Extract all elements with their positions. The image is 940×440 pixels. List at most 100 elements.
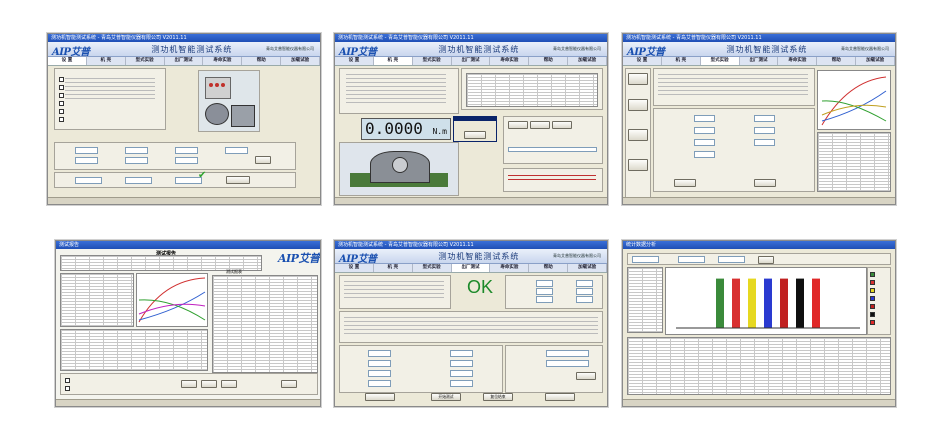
- tab-factory-test[interactable]: 出厂测试: [740, 57, 779, 65]
- limit-field[interactable]: [536, 280, 553, 287]
- param-field[interactable]: [125, 147, 148, 154]
- tab-settings[interactable]: 设 置: [48, 57, 87, 65]
- option-checkbox[interactable]: [65, 378, 70, 383]
- limit-field[interactable]: [536, 288, 553, 295]
- param-field[interactable]: [754, 127, 775, 134]
- option-checkbox[interactable]: [59, 85, 64, 90]
- limit-field[interactable]: [576, 280, 593, 287]
- tab-factory-test[interactable]: 出厂测试: [165, 57, 204, 65]
- param-field[interactable]: [694, 127, 715, 134]
- limit-field[interactable]: [536, 296, 553, 303]
- report-button[interactable]: [181, 380, 197, 388]
- tab-load-test[interactable]: 加载试验: [568, 264, 607, 272]
- side-menu-button[interactable]: [628, 129, 648, 141]
- port-select[interactable]: [75, 177, 102, 184]
- tab-life-test[interactable]: 寿命实验: [490, 264, 530, 272]
- port-select[interactable]: [125, 177, 152, 184]
- tab-housing[interactable]: 机 壳: [87, 57, 126, 65]
- filter-field[interactable]: [718, 256, 745, 263]
- tab-factory-test[interactable]: 出厂测试: [452, 57, 491, 65]
- reset-button[interactable]: 复位结束: [483, 393, 513, 401]
- tab-housing[interactable]: 机 壳: [373, 57, 413, 65]
- setting-field[interactable]: [450, 370, 473, 377]
- filter-field[interactable]: [632, 256, 659, 263]
- setting-field[interactable]: [450, 350, 473, 357]
- tab-life-test[interactable]: 寿命实验: [778, 57, 818, 65]
- option-checkbox[interactable]: [65, 386, 70, 391]
- legend-check[interactable]: [870, 312, 875, 317]
- side-menu-button[interactable]: [628, 99, 648, 111]
- param-field[interactable]: [125, 157, 148, 164]
- control-button[interactable]: [508, 121, 528, 129]
- param-field[interactable]: [175, 147, 198, 154]
- tab-settings[interactable]: 设 置: [623, 57, 662, 65]
- param-field[interactable]: [175, 157, 198, 164]
- param-field[interactable]: [225, 147, 248, 154]
- param-field[interactable]: [75, 147, 98, 154]
- param-field[interactable]: [754, 139, 775, 146]
- tab-help[interactable]: 帮助: [529, 264, 569, 272]
- tab-type-test[interactable]: 型式实验: [413, 57, 452, 65]
- param-field[interactable]: [754, 115, 775, 122]
- tab-help[interactable]: 帮助: [529, 57, 569, 65]
- limit-field[interactable]: [576, 296, 593, 303]
- model-field[interactable]: [546, 350, 589, 357]
- tab-type-test[interactable]: 型式实验: [700, 57, 740, 65]
- param-field[interactable]: [694, 151, 715, 158]
- confirm-button[interactable]: [226, 176, 250, 184]
- option-checkbox[interactable]: [59, 109, 64, 114]
- query-button[interactable]: [758, 256, 774, 264]
- param-field[interactable]: [694, 139, 715, 146]
- side-menu-button[interactable]: [628, 159, 648, 171]
- setting-field[interactable]: [368, 360, 391, 367]
- legend-check[interactable]: [870, 296, 875, 301]
- legend-check[interactable]: [870, 288, 875, 293]
- report-button[interactable]: [221, 380, 237, 388]
- action-button[interactable]: [674, 179, 696, 187]
- tab-life-test[interactable]: 寿命实验: [203, 57, 243, 65]
- tab-load-test[interactable]: 加载试验: [281, 57, 320, 65]
- setting-field[interactable]: [450, 360, 473, 367]
- legend-check[interactable]: [870, 304, 875, 309]
- legend-check[interactable]: [870, 280, 875, 285]
- disabled-button[interactable]: [365, 393, 395, 401]
- limit-field[interactable]: [576, 288, 593, 295]
- report-button[interactable]: [281, 380, 297, 388]
- dialog-ok-button[interactable]: [464, 131, 486, 139]
- param-field[interactable]: [694, 115, 715, 122]
- option-checkbox[interactable]: [59, 101, 64, 106]
- setting-field[interactable]: [368, 370, 391, 377]
- tab-help[interactable]: 帮助: [242, 57, 282, 65]
- option-checkbox[interactable]: [59, 93, 64, 98]
- action-button[interactable]: [754, 179, 776, 187]
- param-field[interactable]: [75, 157, 98, 164]
- tab-settings[interactable]: 设 置: [335, 57, 374, 65]
- legend-check[interactable]: [870, 320, 875, 325]
- tab-housing[interactable]: 机 壳: [662, 57, 701, 65]
- setting-field[interactable]: [368, 380, 391, 387]
- control-button[interactable]: [530, 121, 550, 129]
- tab-housing[interactable]: 机 壳: [374, 264, 413, 272]
- start-test-button[interactable]: 开始测试: [431, 393, 461, 401]
- disabled-button[interactable]: [545, 393, 575, 401]
- filter-field[interactable]: [678, 256, 705, 263]
- control-button[interactable]: [552, 121, 572, 129]
- option-checkbox[interactable]: [59, 77, 64, 82]
- legend-check[interactable]: [870, 272, 875, 277]
- side-menu-button[interactable]: [628, 73, 648, 85]
- report-button[interactable]: [201, 380, 217, 388]
- tab-settings[interactable]: 设 置: [335, 264, 374, 272]
- setting-field[interactable]: [450, 380, 473, 387]
- tab-life-test[interactable]: 寿命实验: [490, 57, 530, 65]
- setting-field[interactable]: [368, 350, 391, 357]
- settings-button[interactable]: [255, 156, 271, 164]
- tab-type-test[interactable]: 型式实验: [413, 264, 452, 272]
- option-checkbox[interactable]: [59, 117, 64, 122]
- tab-factory-test[interactable]: 出厂测试: [451, 264, 491, 272]
- speed-slider[interactable]: [508, 147, 597, 152]
- tab-load-test[interactable]: 加载试验: [568, 57, 607, 65]
- tab-type-test[interactable]: 型式实验: [126, 57, 165, 65]
- model-field[interactable]: [546, 360, 589, 367]
- tab-load-test[interactable]: 加载试验: [856, 57, 895, 65]
- tab-help[interactable]: 帮助: [817, 57, 857, 65]
